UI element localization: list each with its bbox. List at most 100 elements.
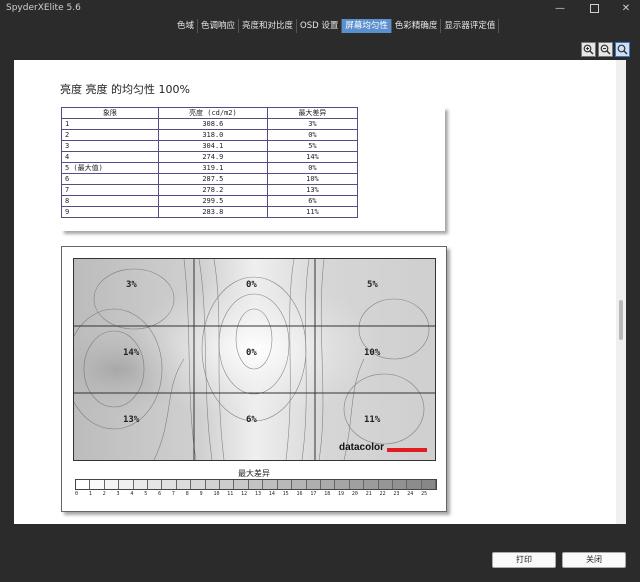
table-cell: 299.5 bbox=[157, 195, 268, 207]
logo-bar bbox=[387, 448, 427, 452]
zoom-fit-icon[interactable] bbox=[615, 42, 630, 57]
table-cell: 7 bbox=[61, 184, 159, 196]
table-cell: 11% bbox=[266, 206, 359, 218]
cell-label-2: 0% bbox=[246, 280, 257, 290]
table-cell: 2 bbox=[61, 129, 159, 141]
legend-tick: 11 bbox=[227, 491, 234, 497]
title-bar: SpyderXElite 5.6 — ✕ bbox=[0, 0, 640, 18]
close-button[interactable]: 关闭 bbox=[562, 552, 626, 568]
tab-gamut[interactable]: 色域 bbox=[174, 19, 199, 33]
legend-scale-bar bbox=[75, 479, 437, 490]
column-header-luminance: 亮度 (cd/m2) bbox=[157, 107, 268, 119]
table-cell: 274.9 bbox=[157, 151, 268, 163]
uniformity-table: 象限 亮度 (cd/m2) 最大差异 1 308.6 3% 2 318.0 0% 3 30… bbox=[61, 107, 359, 218]
legend-tick: 7 bbox=[171, 491, 175, 497]
table-cell: 0% bbox=[266, 162, 359, 174]
uniformity-table-panel: 象限 亮度 (cd/m2) 最大差异 1 308.6 3% 2 318.0 0% 3 30… bbox=[61, 107, 445, 231]
legend-tick: 14 bbox=[268, 491, 275, 497]
legend-tick: 0 bbox=[75, 491, 79, 497]
table-cell: 5 (最大值) bbox=[61, 162, 159, 174]
tab-display-rating[interactable]: 显示器评定值 bbox=[441, 19, 500, 33]
uniformity-contour-panel: 3% 0% 5% 14% 0% 10% 13% 6% 11% datacolor… bbox=[61, 246, 447, 512]
table-cell: 308.6 bbox=[157, 118, 268, 130]
legend-tick: 2 bbox=[102, 491, 106, 497]
table-cell: 5% bbox=[266, 140, 359, 152]
legend-ticks: 0 1 2 3 4 5 6 7 8 9 10 11 12 13 14 15 16… bbox=[75, 491, 435, 499]
table-cell: 14% bbox=[266, 151, 359, 163]
tab-brightness-contrast[interactable]: 亮度和对比度 bbox=[239, 19, 298, 33]
table-row: 5 (最大值) 319.1 0% bbox=[61, 162, 359, 174]
tab-color-accuracy[interactable]: 色彩精确度 bbox=[392, 19, 442, 33]
table-cell: 0% bbox=[266, 129, 359, 141]
table-row: 6 287.5 10% bbox=[61, 173, 359, 185]
table-cell: 3% bbox=[266, 118, 359, 130]
table-row: 1 308.6 3% bbox=[61, 118, 359, 130]
minimize-button[interactable]: — bbox=[546, 0, 574, 18]
legend-tick: 6 bbox=[158, 491, 162, 497]
maximize-icon bbox=[589, 3, 599, 13]
zoom-in-icon[interactable] bbox=[581, 42, 596, 57]
legend-tick: 25 bbox=[421, 491, 428, 497]
table-cell: 319.1 bbox=[157, 162, 268, 174]
legend-tick: 3 bbox=[116, 491, 120, 497]
zoom-out-icon[interactable] bbox=[598, 42, 613, 57]
table-cell: 278.2 bbox=[157, 184, 268, 196]
table-cell: 6 bbox=[61, 173, 159, 185]
maximize-button[interactable] bbox=[580, 0, 608, 18]
close-window-button[interactable]: ✕ bbox=[612, 0, 640, 18]
table-cell: 287.5 bbox=[157, 173, 268, 185]
legend-tick: 19 bbox=[338, 491, 345, 497]
table-row: 4 274.9 14% bbox=[61, 151, 359, 163]
table-cell: 283.8 bbox=[157, 206, 268, 218]
table-cell: 318.0 bbox=[157, 129, 268, 141]
table-cell: 13% bbox=[266, 184, 359, 196]
table-row: 7 278.2 13% bbox=[61, 184, 359, 196]
tab-bar: 色域 色调响应 亮度和对比度 OSD 设置 屏幕均匀性 色彩精确度 显示器评定值 bbox=[174, 19, 500, 33]
tab-tone-response[interactable]: 色调响应 bbox=[198, 19, 240, 33]
legend-tick: 17 bbox=[310, 491, 317, 497]
column-header-max-difference: 最大差异 bbox=[266, 107, 359, 119]
legend-title: 最大差异 bbox=[238, 469, 270, 478]
cell-label-7: 13% bbox=[123, 415, 140, 425]
table-row: 8 299.5 6% bbox=[61, 195, 359, 207]
datacolor-logo: datacolor bbox=[339, 442, 427, 456]
column-header-quadrant: 象限 bbox=[61, 107, 159, 119]
vertical-scrollbar[interactable] bbox=[616, 60, 626, 524]
table-cell: 10% bbox=[266, 173, 359, 185]
cell-label-6: 10% bbox=[364, 348, 381, 358]
legend-tick: 9 bbox=[199, 491, 203, 497]
table-row: 2 318.0 0% bbox=[61, 129, 359, 141]
report-viewer: 亮度 亮度 的均匀性 100% 象限 亮度 (cd/m2) 最大差异 1 308.… bbox=[14, 60, 616, 524]
table-cell: 9 bbox=[61, 206, 159, 218]
legend-tick: 18 bbox=[324, 491, 331, 497]
legend-tick: 8 bbox=[185, 491, 189, 497]
legend-tick: 23 bbox=[393, 491, 400, 497]
table-cell: 3 bbox=[61, 140, 159, 152]
table-cell: 6% bbox=[266, 195, 359, 207]
uniformity-contour-map: 3% 0% 5% 14% 0% 10% 13% 6% 11% datacolor bbox=[73, 258, 436, 461]
table-row: 9 283.8 11% bbox=[61, 206, 359, 218]
table-cell: 8 bbox=[61, 195, 159, 207]
cell-label-5: 0% bbox=[246, 348, 257, 358]
legend-tick: 4 bbox=[130, 491, 134, 497]
tab-screen-uniformity[interactable]: 屏幕均匀性 bbox=[342, 19, 392, 33]
cell-label-3: 5% bbox=[367, 280, 378, 290]
legend-tick: 12 bbox=[241, 491, 248, 497]
tab-osd-settings[interactable]: OSD 设置 bbox=[297, 19, 343, 33]
cell-label-8: 6% bbox=[246, 415, 257, 425]
legend-tick: 21 bbox=[365, 491, 372, 497]
scrollbar-thumb[interactable] bbox=[619, 300, 623, 340]
app-title: SpyderXElite 5.6 bbox=[6, 3, 81, 13]
legend-tick: 16 bbox=[296, 491, 303, 497]
table-cell: 4 bbox=[61, 151, 159, 163]
legend-tick: 22 bbox=[379, 491, 386, 497]
legend-tick: 24 bbox=[407, 491, 414, 497]
legend-tick: 10 bbox=[213, 491, 220, 497]
legend-tick: 13 bbox=[254, 491, 261, 497]
legend-tick: 1 bbox=[88, 491, 92, 497]
print-button[interactable]: 打印 bbox=[492, 552, 556, 568]
table-row: 3 304.1 5% bbox=[61, 140, 359, 152]
report-title: 亮度 亮度 的均匀性 100% bbox=[60, 83, 190, 96]
cell-label-1: 3% bbox=[126, 280, 137, 290]
legend-tick: 5 bbox=[144, 491, 148, 497]
